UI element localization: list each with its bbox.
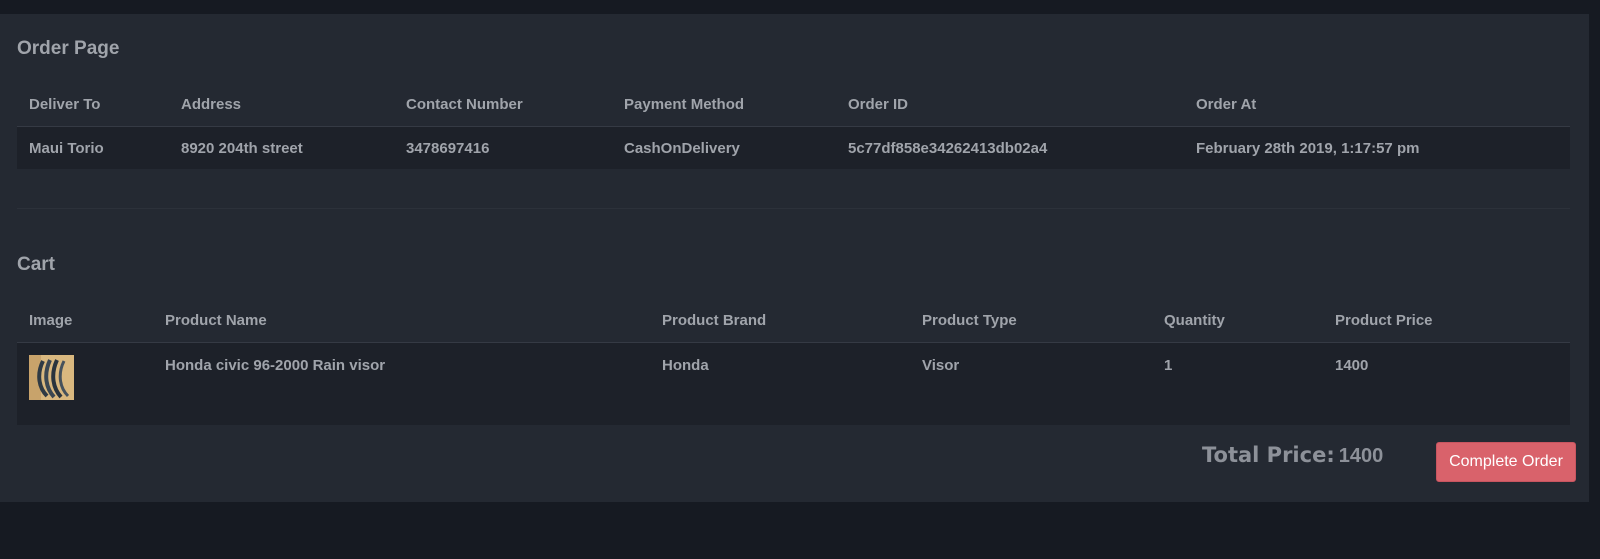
visor-image-icon: [29, 355, 74, 400]
column-header-product-type: Product Type: [910, 298, 1152, 343]
column-header-address: Address: [169, 82, 394, 127]
column-header-image: Image: [17, 298, 153, 343]
section-divider: [17, 208, 1570, 209]
product-name-cell: Honda civic 96-2000 Rain visor: [153, 342, 650, 425]
cart-table: Image Product Name Product Brand Product…: [17, 298, 1570, 425]
quantity-cell: 1: [1152, 342, 1323, 425]
product-type-cell: Visor: [910, 342, 1152, 425]
order-at-cell: February 28th 2019, 1:17:57 pm: [1184, 126, 1570, 169]
column-header-product-name: Product Name: [153, 298, 650, 343]
column-header-order-id: Order ID: [836, 82, 1184, 127]
scrollbar-track[interactable]: [1589, 14, 1600, 502]
product-brand-cell: Honda: [650, 342, 910, 425]
order-page-title: Order Page: [17, 38, 120, 59]
column-header-payment-method: Payment Method: [612, 82, 836, 127]
column-header-contact-number: Contact Number: [394, 82, 612, 127]
product-price-cell: 1400: [1323, 342, 1570, 425]
order-header-row: Deliver To Address Contact Number Paymen…: [17, 82, 1570, 127]
column-header-order-at: Order At: [1184, 82, 1570, 127]
column-header-product-brand: Product Brand: [650, 298, 910, 343]
cart-title: Cart: [17, 254, 56, 275]
total-price: Total Price: 1400: [1202, 442, 1383, 468]
rain-visor-product-image[interactable]: [29, 355, 74, 400]
table-row: Honda civic 96-2000 Rain visor Honda Vis…: [17, 342, 1570, 425]
column-header-product-price: Product Price: [1323, 298, 1570, 343]
total-price-label: Total Price:: [1202, 443, 1335, 467]
table-row: Maui Torio 8920 204th street 3478697416 …: [17, 126, 1570, 169]
order-details-table: Deliver To Address Contact Number Paymen…: [17, 82, 1570, 169]
total-price-value: 1400: [1338, 445, 1384, 467]
deliver-to-cell: Maui Torio: [17, 126, 169, 169]
column-header-deliver-to: Deliver To: [17, 82, 169, 127]
product-image-cell: [17, 342, 153, 425]
complete-order-button[interactable]: Complete Order: [1436, 442, 1576, 482]
column-header-quantity: Quantity: [1152, 298, 1323, 343]
cart-header-row: Image Product Name Product Brand Product…: [17, 298, 1570, 343]
payment-method-cell: CashOnDelivery: [612, 126, 836, 169]
contact-number-cell: 3478697416: [394, 126, 612, 169]
address-cell: 8920 204th street: [169, 126, 394, 169]
order-id-cell: 5c77df858e34262413db02a4: [836, 126, 1184, 169]
